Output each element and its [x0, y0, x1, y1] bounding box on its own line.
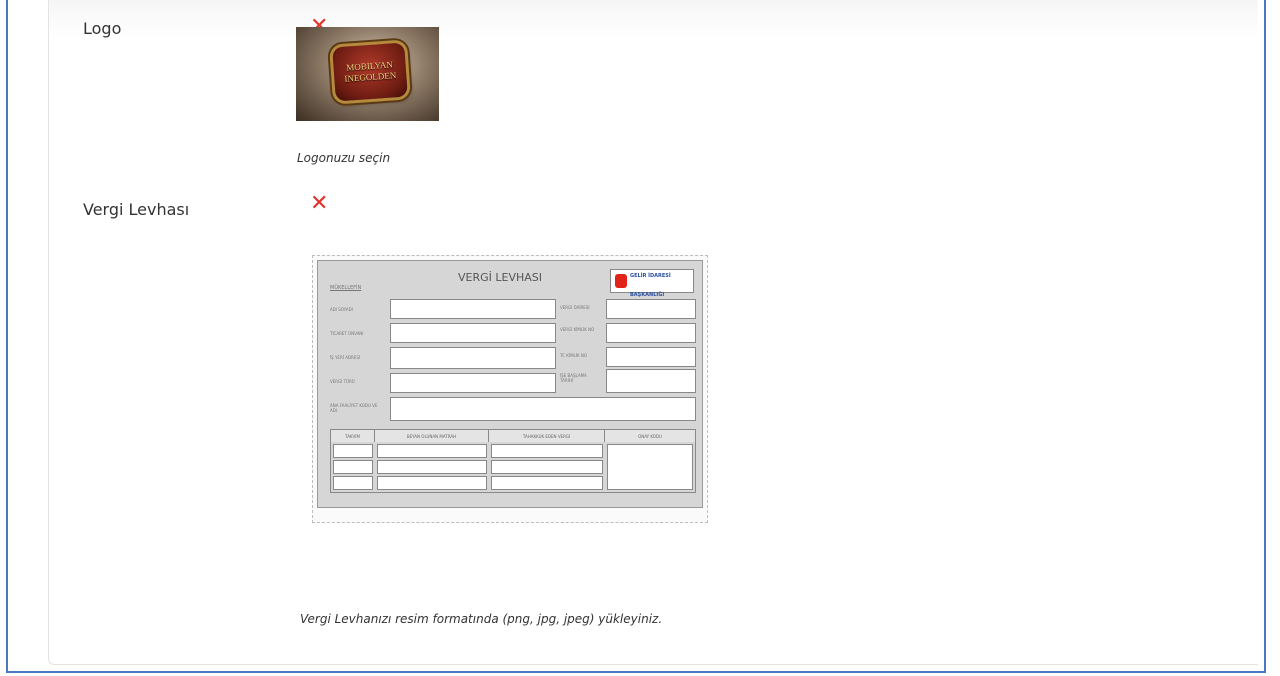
issuer-line1: GELİR İDARESİ: [630, 273, 671, 279]
logo-preview-image: MOBILYAN INEGOLDEN: [296, 27, 439, 121]
remove-vergi-close-icon[interactable]: ✕: [310, 193, 328, 215]
logo-help-text: Logonuzu seçin: [297, 151, 391, 165]
vergi-levhasi-preview-image: MÜKELLEFİN VERGİ LEVHASI GELİR İDARESİ B…: [312, 255, 708, 523]
vl-table-header: BEYAN OLUNAN MATRAH: [375, 430, 489, 442]
issuer-line2: BAŞKANLIĞI: [630, 292, 665, 298]
vl-owner: MÜKELLEFİN: [330, 285, 362, 291]
vl-right-field-label: TC KİMLİK NO: [560, 353, 587, 358]
vl-left-field-label: İŞ YERİ ADRESİ: [330, 355, 361, 360]
vl-right-field-label: İŞE BAŞLAMA TARİHİ: [560, 373, 587, 383]
vl-table-header: TAHAKKUK EDEN VERGİ: [489, 430, 605, 442]
logo-text-line2: INEGOLDEN: [344, 70, 397, 84]
vl-title: VERGİ LEVHASI: [458, 271, 543, 284]
gib-logo: GELİR İDARESİ BAŞKANLIĞI: [610, 269, 694, 298]
vl-left-field-label: VERGİ TÜRÜ: [330, 379, 355, 384]
vl-activity-label: ANA FAALİYET KODU VE ADI: [330, 403, 378, 413]
logo-label: Logo: [83, 19, 122, 38]
vl-tax-table: TAKVİM BEYAN OLUNAN MATRAH TAHAKKUK EDEN…: [330, 429, 696, 493]
vl-right-field-label: VERGİ KİMLİK NO: [560, 327, 595, 332]
vl-table-header: ONAY KODU: [605, 430, 695, 442]
vl-right-field-label: VERGİ DAİRESİ: [560, 305, 590, 310]
vergi-levhasi-label: Vergi Levhası: [83, 200, 190, 219]
vergi-levhasi-help-text: Vergi Levhanızı resim formatında (png, j…: [300, 612, 663, 626]
vl-table-header: TAKVİM: [331, 430, 375, 442]
vl-left-field-label: ADI SOYADI: [330, 307, 353, 312]
vl-left-field-label: TİCARET ÜNVANI: [330, 331, 364, 336]
